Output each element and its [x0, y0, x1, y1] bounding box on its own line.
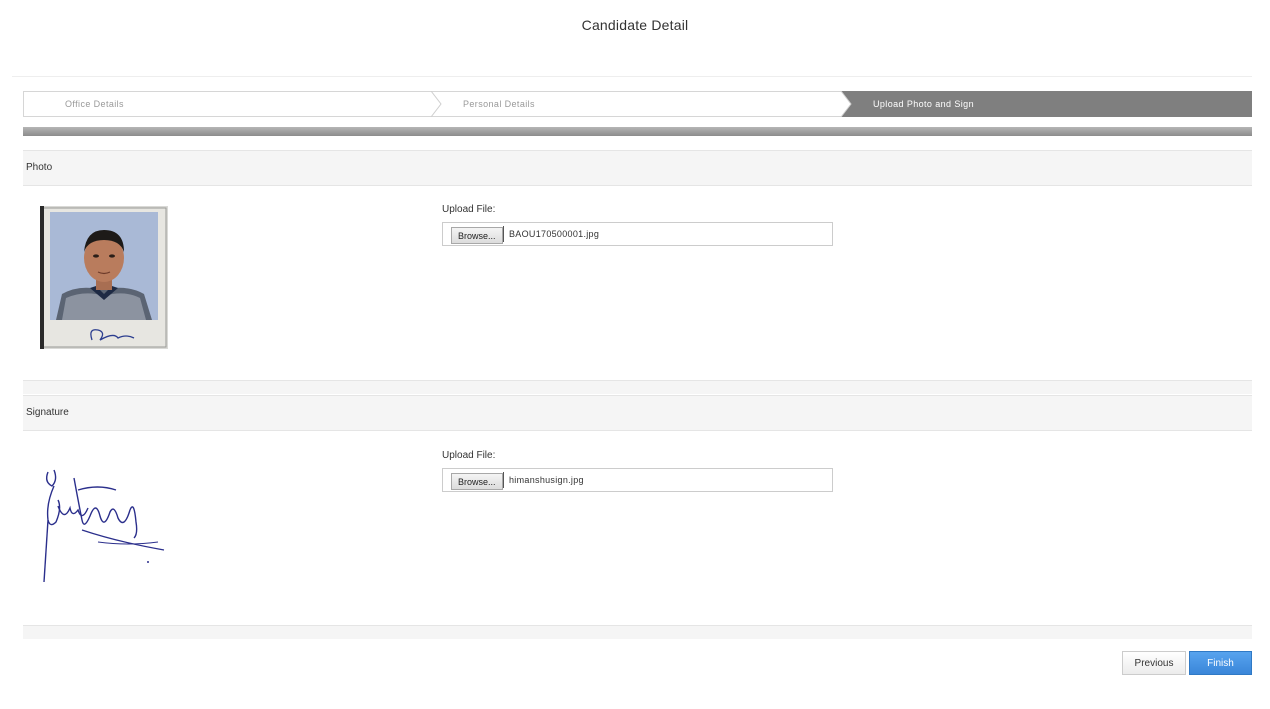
signature-browse-button[interactable]: Browse... [451, 473, 503, 490]
signature-upload-label: Upload File: [442, 450, 496, 461]
page-title: Candidate Detail [581, 17, 689, 33]
wizard-step-office-details[interactable]: Office Details [65, 91, 124, 117]
signature-section-footer [23, 625, 1252, 639]
previous-button[interactable]: Previous [1122, 651, 1186, 675]
candidate-photo [40, 206, 168, 349]
photo-file-name: BAOU170500001.jpg [509, 229, 600, 239]
photo-section-title: Photo [26, 162, 53, 173]
signature-section-title: Signature [26, 407, 69, 418]
photo-section-footer [23, 380, 1252, 394]
photo-upload-label: Upload File: [442, 204, 496, 215]
text-cursor [503, 226, 504, 242]
wizard-progress-bar [23, 127, 1252, 136]
candidate-signature [43, 469, 165, 583]
text-cursor [503, 472, 504, 488]
signature-section-header: Signature [23, 395, 1252, 431]
wizard-steps-graphic [23, 91, 1252, 117]
wizard-steps: Office Details Personal Details Upload P… [23, 91, 1252, 117]
photo-section-header: Photo [23, 150, 1252, 186]
header-divider [12, 76, 1252, 77]
signature-file-input[interactable]: Browse... himanshusign.jpg [442, 468, 833, 492]
finish-button[interactable]: Finish [1189, 651, 1252, 675]
wizard-step-upload-photo-sign[interactable]: Upload Photo and Sign [873, 91, 974, 117]
photo-file-input[interactable]: Browse... BAOU170500001.jpg [442, 222, 833, 246]
wizard-step-personal-details[interactable]: Personal Details [463, 91, 535, 117]
photo-browse-button[interactable]: Browse... [451, 227, 503, 244]
signature-file-name: himanshusign.jpg [509, 475, 584, 485]
